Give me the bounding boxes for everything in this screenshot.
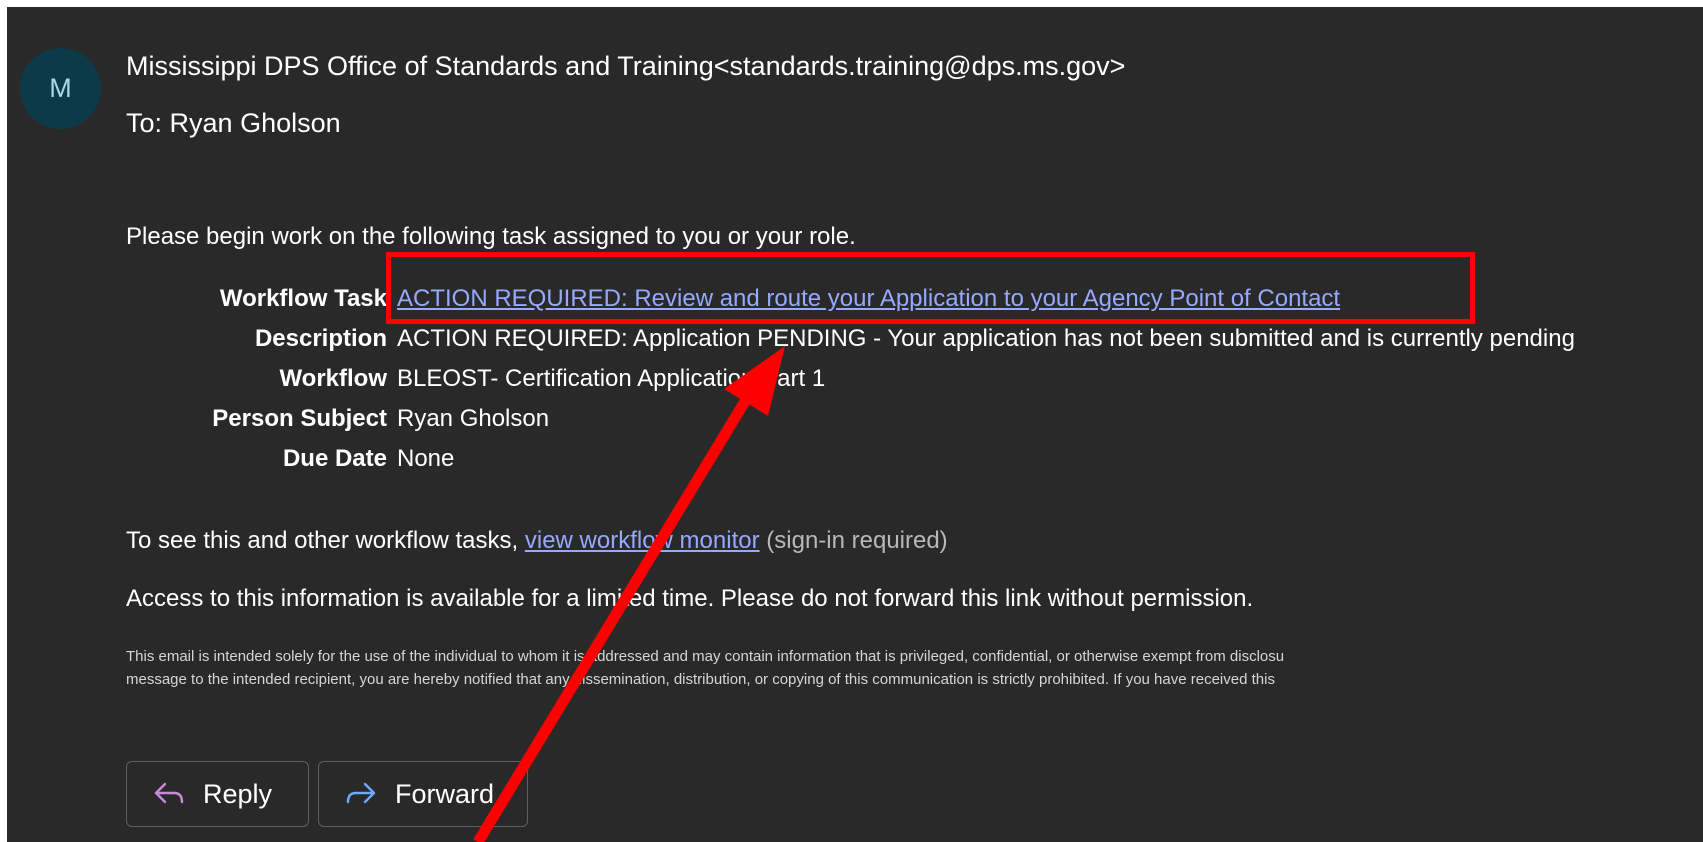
access-notice: Access to this information is available … bbox=[126, 585, 1254, 612]
person-subject-value: Ryan Gholson bbox=[397, 405, 550, 432]
detail-row-due-date: Due Date None bbox=[7, 445, 1703, 485]
monitor-suffix: (sign-in required) bbox=[766, 527, 948, 554]
due-date-label: Due Date bbox=[282, 445, 387, 472]
description-label: Description bbox=[254, 325, 387, 352]
disclaimer-line-2: message to the intended recipient, you a… bbox=[126, 671, 1275, 688]
workflow-task-label: Workflow Task bbox=[219, 285, 387, 312]
workflow-monitor-link[interactable]: view workflow monitor bbox=[525, 527, 760, 554]
detail-row-workflow: Workflow BLEOST- Certification Applicati… bbox=[7, 365, 1703, 405]
recipient-name[interactable]: Ryan Gholson bbox=[170, 108, 341, 138]
due-date-value: None bbox=[397, 445, 455, 472]
sender-avatar[interactable]: M bbox=[20, 48, 101, 129]
workflow-task-link[interactable]: ACTION REQUIRED: Review and route your A… bbox=[397, 285, 1340, 313]
forward-label: Forward bbox=[395, 778, 495, 809]
avatar-initial: M bbox=[49, 73, 72, 103]
reply-icon bbox=[154, 782, 184, 804]
reply-button[interactable]: Reply bbox=[126, 761, 309, 827]
detail-row-description: Description ACTION REQUIRED: Application… bbox=[7, 325, 1703, 365]
email-reading-pane: M Mississippi DPS Office of Standards an… bbox=[7, 7, 1703, 842]
sender-name[interactable]: Mississippi DPS Office of Standards and … bbox=[126, 51, 1125, 82]
monitor-prefix: To see this and other workflow tasks, bbox=[126, 527, 519, 554]
forward-button[interactable]: Forward bbox=[318, 761, 528, 827]
detail-row-workflow-task: Workflow Task ACTION REQUIRED: Review an… bbox=[7, 285, 1703, 325]
workflow-value: BLEOST- Certification Application Part 1 bbox=[397, 365, 826, 392]
recipient-line: To: Ryan Gholson bbox=[126, 108, 341, 139]
description-value: ACTION REQUIRED: Application PENDING - Y… bbox=[397, 325, 1575, 352]
workflow-label: Workflow bbox=[279, 365, 387, 392]
to-label: To: bbox=[126, 108, 163, 138]
workflow-monitor-line: To see this and other workflow tasks, vi… bbox=[126, 527, 948, 555]
person-subject-label: Person Subject bbox=[212, 405, 387, 432]
forward-icon bbox=[346, 782, 376, 804]
confidentiality-disclaimer: This email is intended solely for the us… bbox=[126, 645, 1284, 691]
reply-label: Reply bbox=[203, 778, 273, 809]
disclaimer-line-1: This email is intended solely for the us… bbox=[126, 648, 1285, 665]
intro-text: Please begin work on the following task … bbox=[126, 223, 856, 250]
detail-row-person-subject: Person Subject Ryan Gholson bbox=[7, 405, 1703, 445]
